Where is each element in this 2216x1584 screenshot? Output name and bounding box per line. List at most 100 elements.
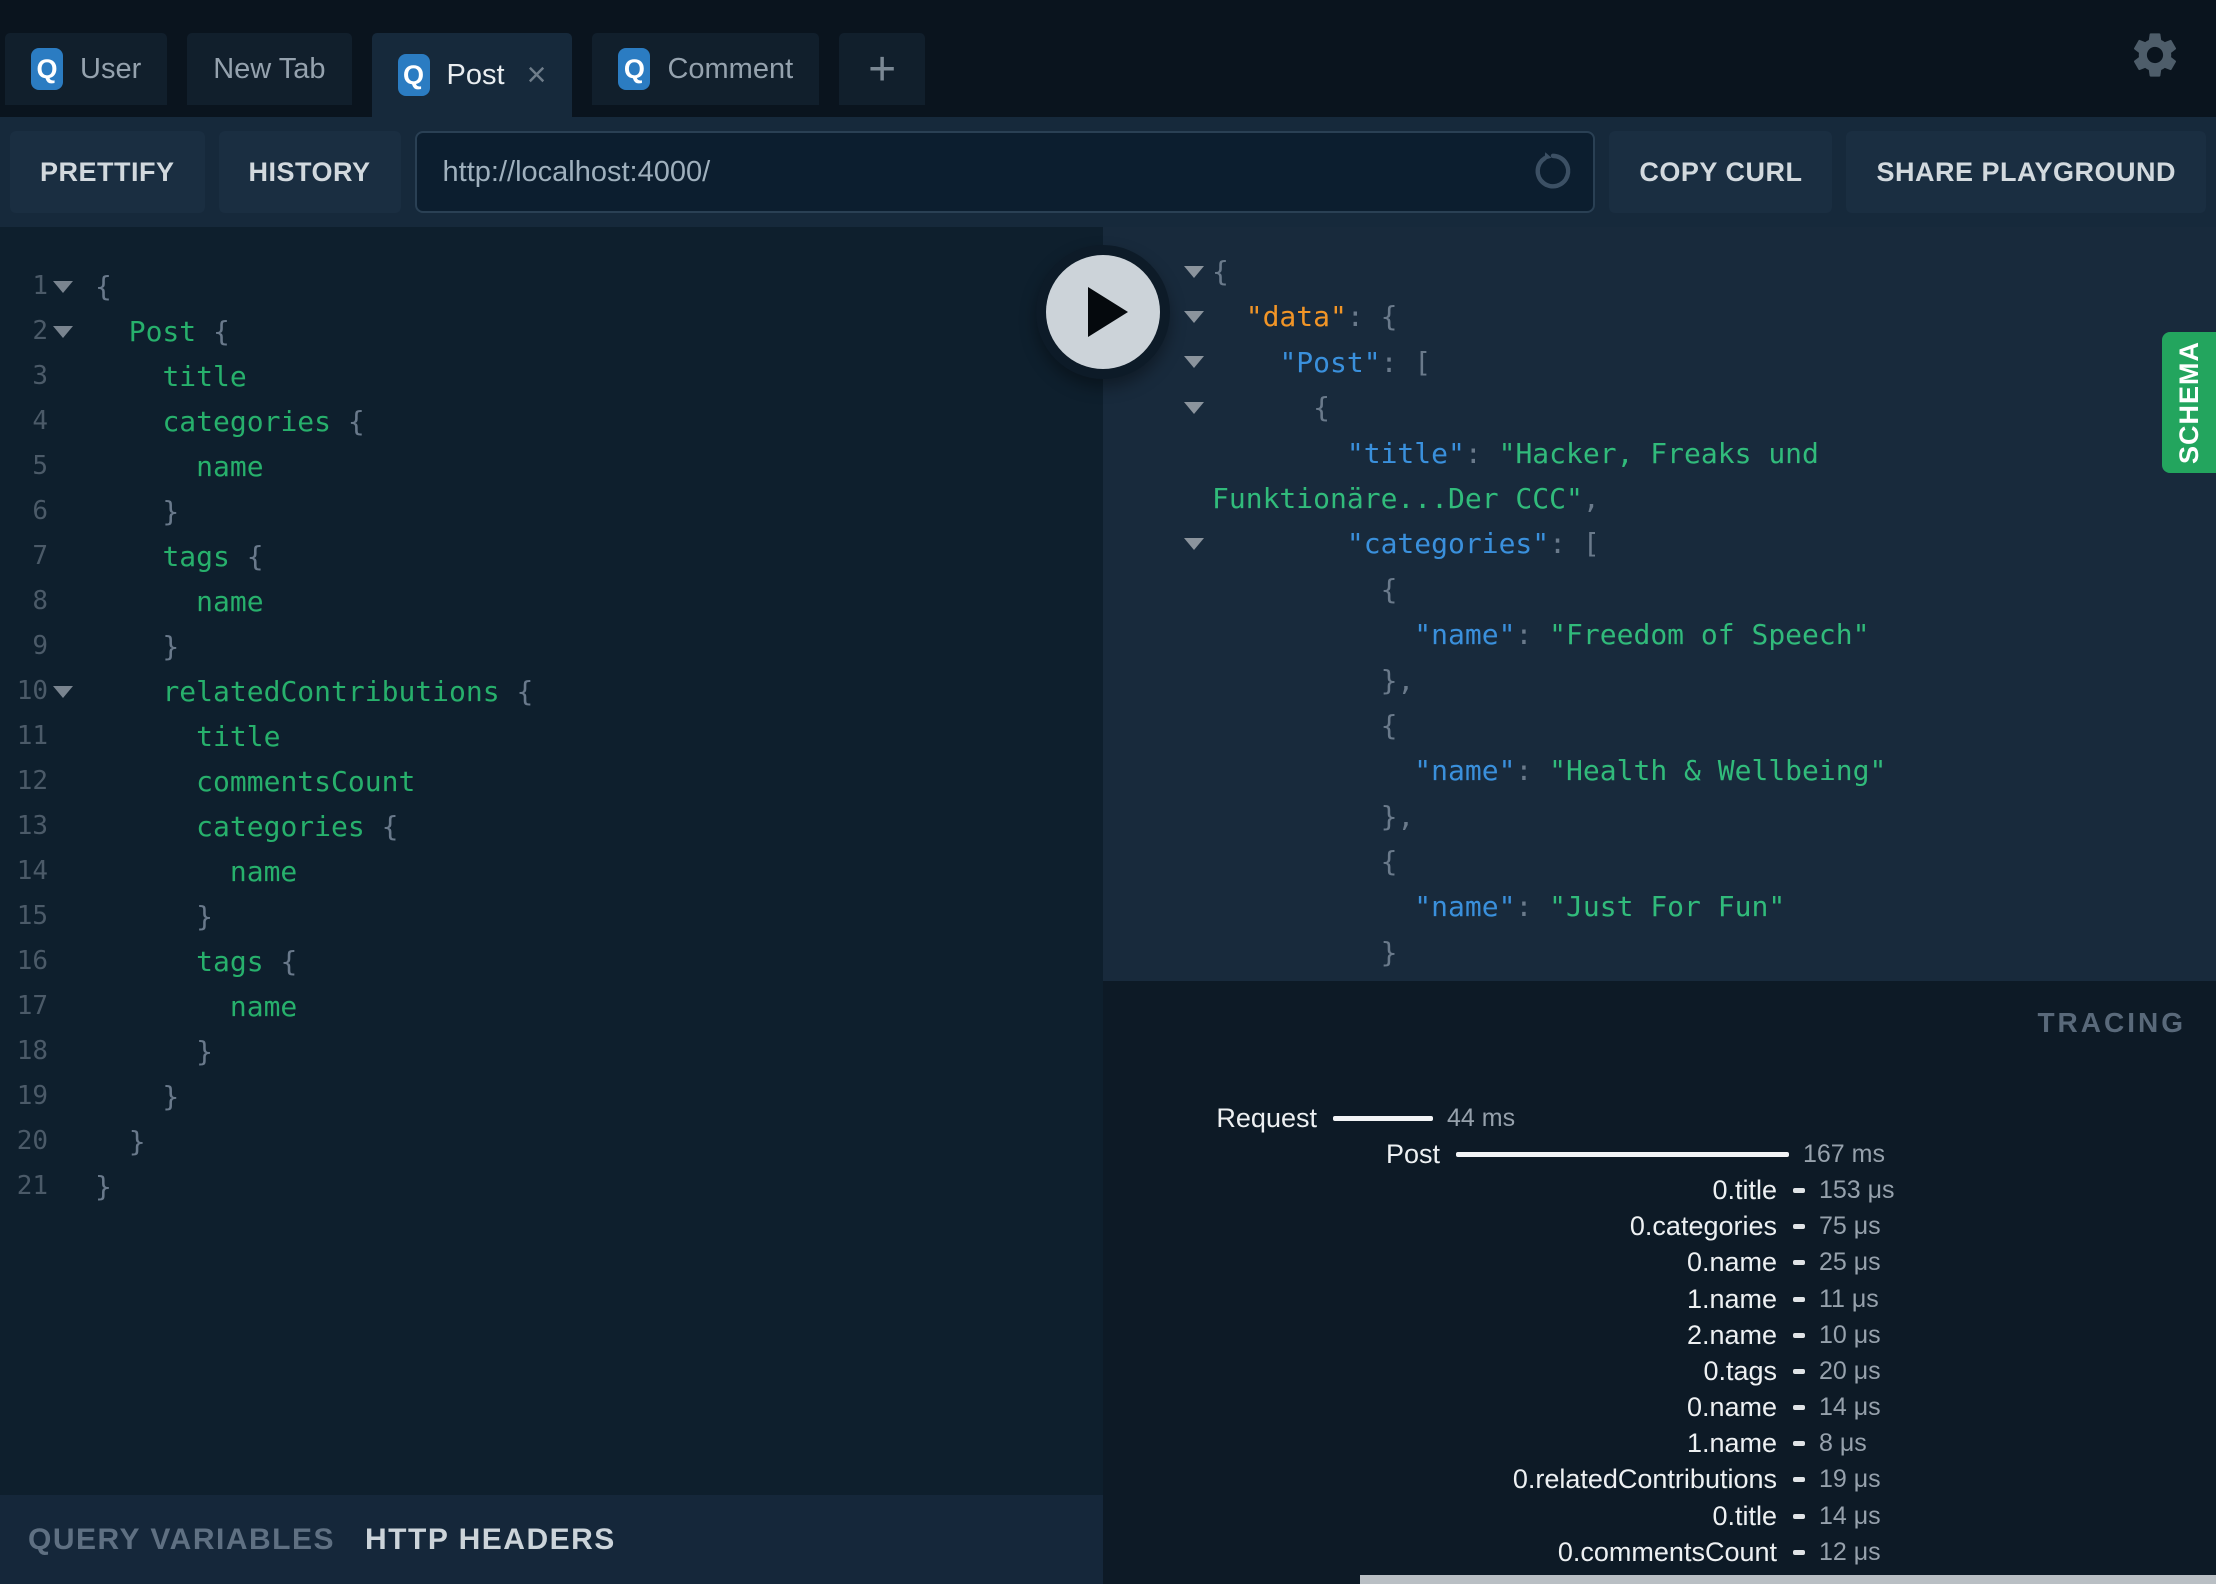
fold-arrow-slot: [1179, 794, 1209, 839]
query-code-text: {: [95, 264, 112, 309]
query-code-text: tags {: [95, 939, 297, 984]
line-number: 6: [32, 496, 48, 526]
code-token: "Health & Wellbeing": [1549, 754, 1887, 788]
tracing-duration: 10 μs: [1819, 1320, 1881, 1349]
chevron-down-icon: [53, 280, 73, 293]
fold-arrow-icon[interactable]: [1179, 385, 1209, 430]
execute-query-button[interactable]: [1036, 245, 1170, 379]
add-tab-button[interactable]: +: [839, 33, 926, 105]
response-viewer[interactable]: { "data": { "Post": [ { "title": "Hacker…: [1103, 227, 2216, 981]
response-line: "data": {: [1103, 294, 2216, 339]
tracing-span-label: 0.commentsCount: [1557, 1536, 1777, 1567]
chevron-down-icon: [1184, 265, 1204, 278]
code-token: },: [1212, 663, 1415, 697]
tracing-duration: 14 μs: [1819, 1393, 1881, 1422]
query-editor[interactable]: 1{2 Post {3 title 4 categories {5 name 6 }…: [0, 227, 1103, 1209]
code-token: "Freedom of Speech": [1549, 618, 1870, 652]
tab-strip: Q User New Tab Q Post × Q Comment +: [5, 33, 926, 117]
close-tab-icon[interactable]: ×: [527, 58, 547, 92]
tab-label: New Tab: [213, 52, 326, 85]
share-playground-button[interactable]: SHARE PLAYGROUND: [1846, 131, 2206, 213]
query-code-text: categories {: [95, 804, 398, 849]
tracing-row: 0.name 25 μs: [1103, 1245, 2216, 1281]
response-line: {: [1103, 249, 2216, 294]
code-token: {: [1212, 391, 1331, 425]
tab-comment[interactable]: Q Comment: [592, 33, 820, 105]
tracing-span-label: Post: [1385, 1138, 1440, 1169]
code-token: commentsCount: [196, 765, 416, 798]
code-token: }: [95, 1170, 112, 1203]
query-code-text: }: [95, 1029, 213, 1074]
fold-arrow-icon[interactable]: [48, 264, 78, 309]
response-code-text: },: [1212, 794, 1415, 839]
tracing-duration: 14 μs: [1819, 1501, 1881, 1530]
fold-arrow-slot: [48, 624, 78, 669]
query-code-text: categories {: [95, 399, 364, 444]
code-token: {: [196, 315, 230, 348]
schema-side-tab[interactable]: SCHEMA: [2162, 332, 2216, 473]
fold-arrow-icon[interactable]: [48, 669, 78, 714]
fold-arrow-slot: [1179, 567, 1209, 612]
tracing-duration: 12 μs: [1819, 1537, 1881, 1566]
code-token: }: [95, 1035, 214, 1068]
line-number: 15: [16, 901, 48, 931]
fold-arrow-icon[interactable]: [1179, 340, 1209, 385]
fold-arrow-icon[interactable]: [1179, 294, 1209, 339]
tracing-row: 0.categories 75 μs: [1103, 1209, 2216, 1245]
query-line: 19 }: [0, 1074, 1103, 1119]
settings-gear-icon[interactable]: [2128, 28, 2182, 82]
fold-arrow-slot: [48, 489, 78, 534]
tab-post[interactable]: Q Post ×: [371, 33, 573, 117]
endpoint-url-field[interactable]: [414, 131, 1596, 213]
query-line: 14 name: [0, 849, 1103, 894]
fold-arrow-icon[interactable]: [1179, 249, 1209, 294]
query-badge: Q: [618, 48, 651, 90]
endpoint-url-input[interactable]: [416, 154, 1532, 190]
code-token: name: [229, 990, 298, 1023]
code-token: "name": [1414, 890, 1516, 924]
code-token: }: [95, 1080, 180, 1113]
fold-arrow-icon[interactable]: [1179, 521, 1209, 566]
tab-query-variables[interactable]: QUERY VARIABLES: [28, 1523, 335, 1557]
fold-arrow-slot: [1179, 839, 1209, 884]
fold-arrow-slot: [1179, 658, 1209, 703]
tracing-dash-icon: [1793, 1332, 1805, 1338]
code-token: {: [499, 675, 534, 708]
code-token: "Just For Fun": [1549, 890, 1786, 924]
tracing-dash-icon: [1793, 1405, 1805, 1411]
horizontal-scrollbar[interactable]: [1360, 1575, 2216, 1584]
response-line: "name": "Just For Fun": [1103, 884, 2216, 929]
query-line: 13 categories {: [0, 804, 1103, 849]
tracing-span-label: 1.name: [1686, 1428, 1777, 1459]
query-line: 18 }: [0, 1029, 1103, 1074]
prettify-button[interactable]: PRETTIFY: [10, 131, 205, 213]
copy-curl-button[interactable]: COPY CURL: [1609, 131, 1833, 213]
history-button[interactable]: HISTORY: [218, 131, 401, 213]
tab-new-tab[interactable]: New Tab: [187, 33, 352, 105]
tab-http-headers[interactable]: HTTP HEADERS: [365, 1523, 616, 1557]
line-number: 19: [16, 1081, 48, 1111]
fold-arrow-slot: [48, 444, 78, 489]
query-line: 1{: [0, 264, 1103, 309]
fold-arrow-icon[interactable]: [48, 309, 78, 354]
tracing-dash-icon: [1793, 1513, 1805, 1519]
code-token: {: [1212, 572, 1398, 606]
line-number: 12: [16, 766, 48, 796]
main-area: 1{2 Post {3 title 4 categories {5 name 6 }…: [0, 227, 2216, 1584]
response-line: "name": "Freedom of Speech": [1103, 612, 2216, 657]
tracing-span-label: 0.title: [1712, 1500, 1777, 1531]
query-editor-pane[interactable]: 1{2 Post {3 title 4 categories {5 name 6 }…: [0, 227, 1103, 1495]
toolbar: PRETTIFY HISTORY COPY CURL SHARE PLAYGRO…: [0, 117, 2216, 227]
tab-user[interactable]: Q User: [5, 33, 168, 105]
fold-arrow-slot: [1179, 612, 1209, 657]
tracing-dash-icon: [1793, 1441, 1805, 1447]
reload-endpoint-icon[interactable]: [1531, 150, 1575, 194]
query-code-text: relatedContributions {: [95, 669, 533, 714]
fold-arrow-slot: [48, 1029, 78, 1074]
